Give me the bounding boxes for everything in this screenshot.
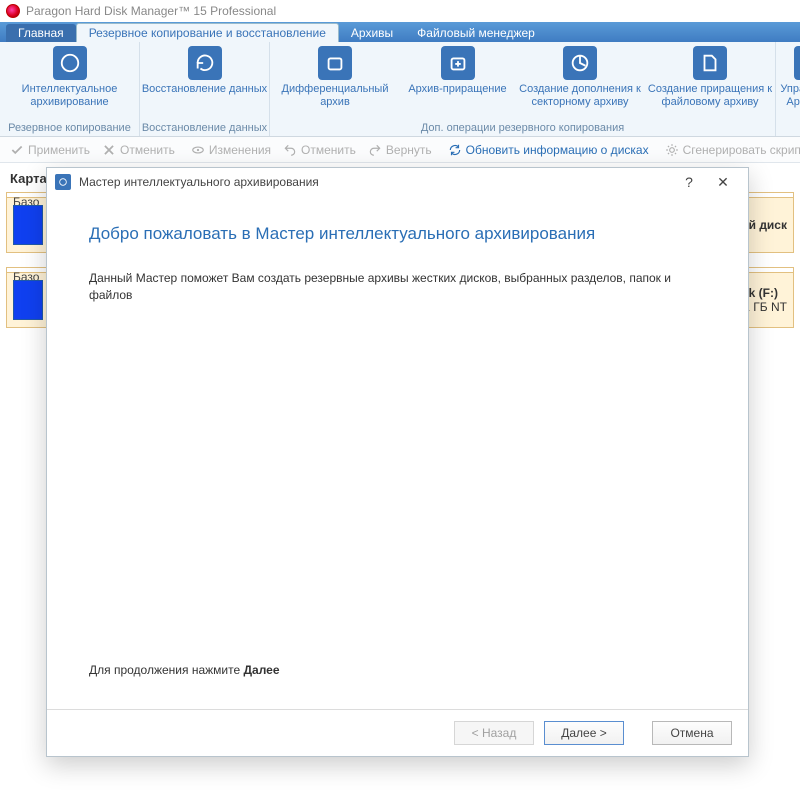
wizard-help-button[interactable]: ? <box>672 171 706 193</box>
ribbon-group-title: Доп. операции резервного копирования <box>270 120 775 136</box>
tab-backup-restore[interactable]: Резервное копирование и восстановление <box>76 23 339 42</box>
main-tabs: Главная Резервное копирование и восстано… <box>0 22 800 42</box>
partition-block[interactable] <box>13 280 43 320</box>
ribbon: Интеллектуальное архивирование Резервное… <box>0 42 800 137</box>
gear-icon <box>665 143 679 157</box>
apply-button[interactable]: Применить <box>4 143 96 157</box>
wizard-back-button: < Назад <box>454 721 534 745</box>
manage-archive-icon <box>794 46 800 80</box>
wizard-description: Данный Мастер поможет Вам создать резерв… <box>89 270 706 304</box>
ribbon-diff-archive-button[interactable]: Дифференциальный архив <box>270 42 400 120</box>
redo-icon <box>368 143 382 157</box>
ribbon-label: Восстановление данных <box>142 83 267 96</box>
window-title: Paragon Hard Disk Manager™ 15 Profession… <box>26 4 276 18</box>
changes-button[interactable]: Изменения <box>185 143 277 157</box>
wizard-cancel-button[interactable]: Отмена <box>652 721 732 745</box>
file-archive-icon <box>693 46 727 80</box>
wizard-next-button[interactable]: Далее > <box>544 721 624 745</box>
redo-button[interactable]: Вернуть <box>362 143 438 157</box>
wizard-heading: Добро пожаловать в Мастер интеллектуальн… <box>89 224 706 244</box>
cross-icon <box>102 143 116 157</box>
disk-backup-icon <box>53 46 87 80</box>
sector-archive-icon <box>563 46 597 80</box>
window-titlebar: Paragon Hard Disk Manager™ 15 Profession… <box>0 0 800 22</box>
refresh-disks-button[interactable]: Обновить информацию о дисках <box>442 143 655 157</box>
tab-file-manager[interactable]: Файловый менеджер <box>405 24 547 42</box>
ribbon-label: Создание дополнения к секторному архиву <box>515 83 645 108</box>
ribbon-group-title <box>776 132 800 136</box>
ribbon-label: Управление Архивной <box>776 83 800 108</box>
ribbon-label: Создание приращения к файловому архиву <box>645 83 775 108</box>
ribbon-group-title: Восстановление данных <box>140 120 269 136</box>
eye-icon <box>191 143 205 157</box>
ribbon-label: Дифференциальный архив <box>270 83 400 108</box>
incremental-archive-icon <box>441 46 475 80</box>
refresh-icon <box>448 143 462 157</box>
ribbon-label: Интеллектуальное архивирование <box>0 83 139 108</box>
tab-main[interactable]: Главная <box>6 24 76 42</box>
discard-button[interactable]: Отменить <box>96 143 181 157</box>
restore-icon <box>188 46 222 80</box>
wizard-body: Добро пожаловать в Мастер интеллектуальн… <box>47 196 748 709</box>
wizard-footnote: Для продолжения нажмите Далее <box>89 663 706 677</box>
ribbon-sector-add-button[interactable]: Создание дополнения к секторному архиву <box>515 42 645 120</box>
ribbon-group-title: Резервное копирование <box>0 120 139 136</box>
content-area: Карта Базо ный диск Базо Disk (F:) 621 Г… <box>0 163 800 800</box>
wizard-close-button[interactable]: ✕ <box>706 171 740 193</box>
ribbon-file-add-button[interactable]: Создание приращения к файловому архиву <box>645 42 775 120</box>
diff-archive-icon <box>318 46 352 80</box>
undo-button[interactable]: Отменить <box>277 143 362 157</box>
wizard-icon <box>55 174 71 190</box>
wizard-titlebar: Мастер интеллектуального архивирования ?… <box>47 168 748 196</box>
wizard-dialog: Мастер интеллектуального архивирования ?… <box>46 167 749 757</box>
partition-block[interactable] <box>13 205 43 245</box>
quickbar: Применить Отменить Изменения Отменить Ве… <box>0 137 800 163</box>
check-icon <box>10 143 24 157</box>
ribbon-smart-backup-button[interactable]: Интеллектуальное архивирование <box>0 42 139 120</box>
ribbon-restore-button[interactable]: Восстановление данных <box>140 42 269 120</box>
generate-script-button[interactable]: Сгенерировать скрипт <box>659 143 800 157</box>
undo-icon <box>283 143 297 157</box>
ribbon-incremental-archive-button[interactable]: Архив-приращение <box>400 42 515 120</box>
wizard-button-row: < Назад Далее > Отмена <box>47 710 748 756</box>
app-icon <box>6 4 20 18</box>
ribbon-label: Архив-приращение <box>408 83 506 96</box>
tab-archives[interactable]: Архивы <box>339 24 405 42</box>
ribbon-manage-archive-button[interactable]: Управление Архивной <box>776 42 800 132</box>
wizard-title: Мастер интеллектуального архивирования <box>79 175 319 189</box>
